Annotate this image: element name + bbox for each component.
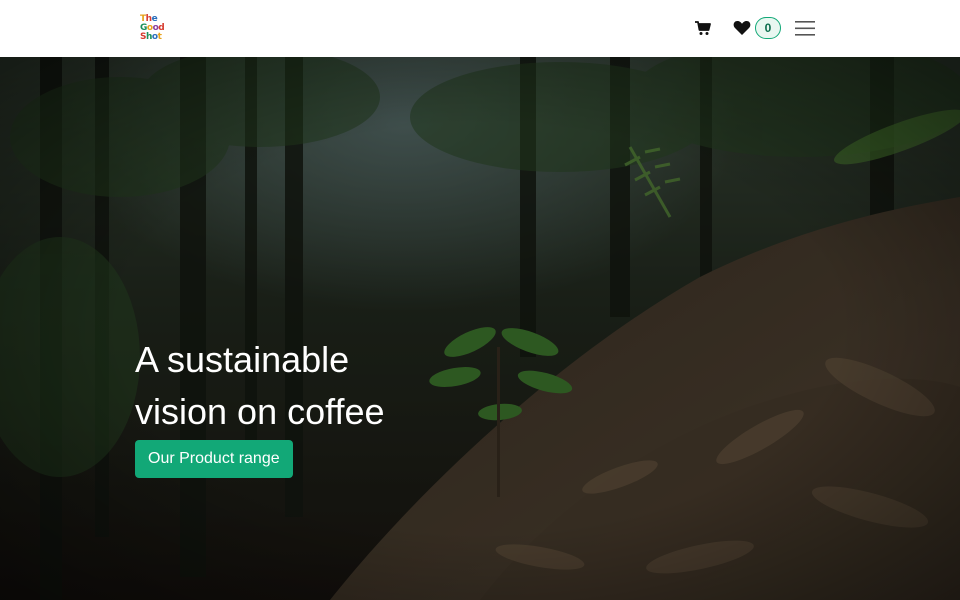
menu-toggle-button[interactable] xyxy=(794,18,816,38)
hero-headline: A sustainable vision on coffee xyxy=(135,334,385,438)
forest-background-image xyxy=(0,57,960,600)
brand-logo[interactable]: The Good Shot xyxy=(140,12,170,44)
heart-icon xyxy=(733,21,751,35)
shopping-cart-icon xyxy=(695,21,711,35)
hero-banner: A sustainable vision on coffee Our Produ… xyxy=(0,57,960,600)
hamburger-menu-icon xyxy=(795,21,815,36)
wishlist-count-badge: 0 xyxy=(755,17,781,39)
hero-content: A sustainable vision on coffee Our Produ… xyxy=(135,334,385,478)
hero-headline-line-1: A sustainable xyxy=(135,339,350,380)
top-navbar: The Good Shot 0 xyxy=(0,0,960,57)
cart-button[interactable] xyxy=(694,19,712,37)
wishlist-button[interactable]: 0 xyxy=(733,16,783,40)
logo-line-3: Shot xyxy=(140,31,162,42)
product-range-button[interactable]: Our Product range xyxy=(135,440,293,478)
hero-headline-line-2: vision on coffee xyxy=(135,391,385,432)
